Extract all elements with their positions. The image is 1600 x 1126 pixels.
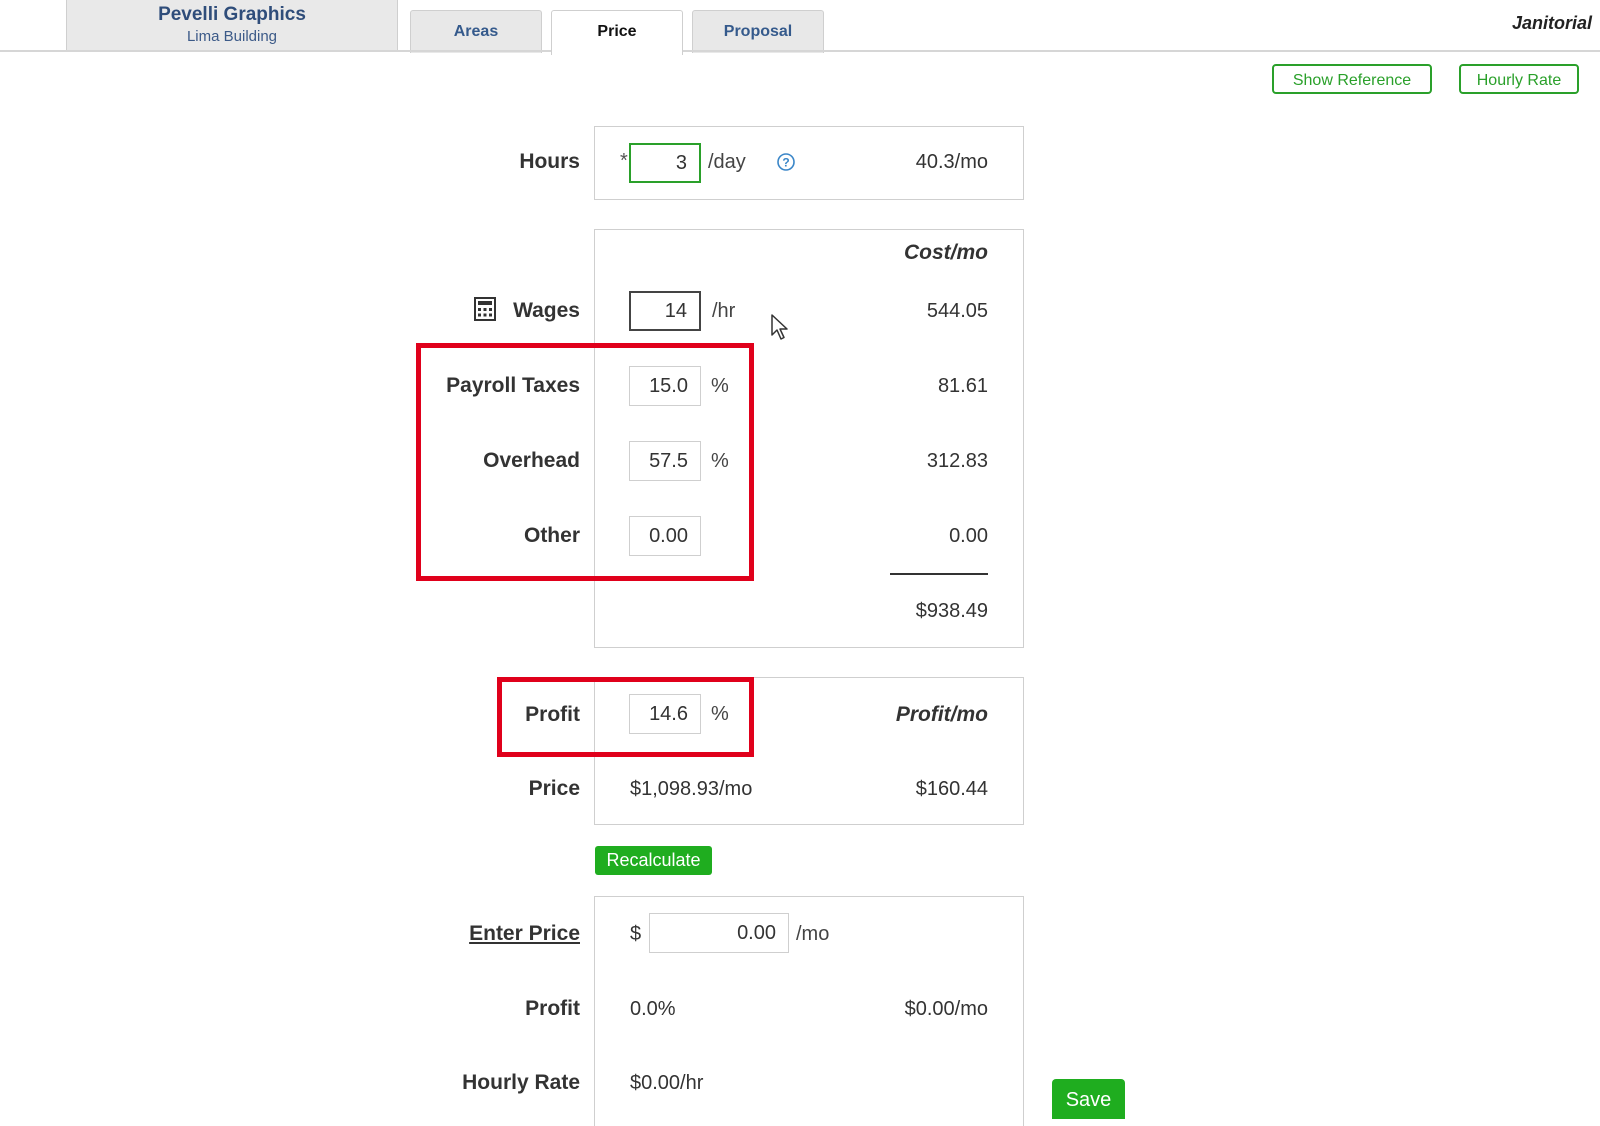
hours-input[interactable]: 3	[629, 143, 701, 183]
help-icon[interactable]: ?	[776, 152, 796, 172]
total-divider	[890, 573, 988, 575]
hours-monthly: 40.3/mo	[915, 151, 988, 173]
client-name: Pevelli Graphics	[158, 4, 306, 25]
tab-baseline	[0, 50, 1600, 52]
entered-profit-label: Profit	[525, 997, 580, 1020]
recalculate-button[interactable]: Recalculate	[595, 846, 712, 875]
svg-text:?: ?	[782, 156, 789, 170]
tab-areas[interactable]: Areas	[410, 10, 542, 53]
price-value: $1,098.93/mo	[630, 778, 753, 800]
cost-inputs-highlight	[416, 343, 754, 581]
enter-price-unit: /mo	[796, 923, 830, 945]
profit-monthly: $160.44	[915, 778, 988, 800]
hourly-rate-button[interactable]: Hourly Rate	[1459, 64, 1579, 94]
wages-input[interactable]: 14	[629, 291, 701, 331]
payroll-taxes-cost: 81.61	[937, 375, 988, 397]
hours-label: Hours	[519, 150, 580, 173]
save-button[interactable]: Save	[1052, 1079, 1125, 1119]
cost-column-header: Cost/mo	[904, 241, 988, 264]
currency-symbol: $	[630, 923, 642, 945]
hourly-rate-label: Hourly Rate	[462, 1071, 580, 1094]
tab-proposal[interactable]: Proposal	[692, 10, 824, 53]
wages-unit: /hr	[712, 300, 736, 322]
required-mark: *	[620, 150, 628, 172]
tab-price[interactable]: Price	[551, 10, 683, 55]
enter-price-input[interactable]: 0.00	[649, 913, 789, 953]
mouse-cursor-icon	[770, 313, 790, 341]
client-header: Pevelli Graphics Lima Building	[66, 0, 398, 50]
profit-column-header: Profit/mo	[895, 703, 988, 726]
show-reference-button[interactable]: Show Reference	[1272, 64, 1432, 94]
total-cost: $938.49	[915, 600, 988, 622]
entered-profit-percent: 0.0%	[630, 998, 676, 1020]
section-title: Janitorial	[1511, 13, 1592, 33]
wages-label: Wages	[513, 299, 580, 322]
overhead-cost: 312.83	[926, 450, 988, 472]
hours-unit: /day	[708, 151, 746, 173]
other-cost: 0.00	[949, 525, 988, 547]
profit-highlight	[497, 677, 754, 757]
enter-price-link[interactable]: Enter Price	[469, 922, 580, 946]
wages-cost: 544.05	[926, 300, 988, 322]
hourly-rate-value: $0.00/hr	[630, 1072, 704, 1094]
calculator-icon[interactable]	[474, 297, 496, 321]
price-label: Price	[528, 777, 580, 800]
entered-profit-monthly: $0.00/mo	[904, 998, 988, 1020]
client-building: Lima Building	[186, 28, 278, 45]
